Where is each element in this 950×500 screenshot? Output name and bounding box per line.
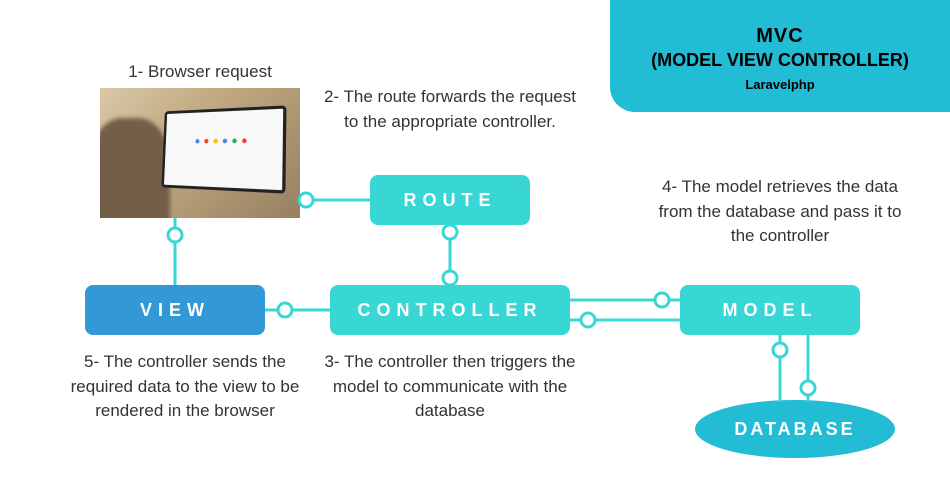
step-3-text: 3- The controller then triggers the mode… — [320, 350, 580, 424]
view-node: VIEW — [85, 285, 265, 335]
step-4-text: 4- The model retrieves the data from the… — [650, 175, 910, 249]
header-title: MVC — [625, 25, 935, 48]
header-brand: Laravelphp — [625, 77, 935, 92]
step-5-text: 5- The controller sends the required dat… — [55, 350, 315, 424]
controller-node: CONTROLLER — [330, 285, 570, 335]
step-2-text: 2- The route forwards the request to the… — [320, 85, 580, 134]
laptop-icon — [161, 105, 286, 193]
model-node: MODEL — [680, 285, 860, 335]
browser-photo — [100, 88, 300, 218]
header-subtitle: (MODEL VIEW CONTROLLER) — [625, 50, 935, 71]
header-panel: MVC (MODEL VIEW CONTROLLER) Laravelphp — [610, 0, 950, 112]
database-node: DATABASE — [695, 400, 895, 458]
person-silhouette — [100, 118, 170, 218]
step-1-text: 1- Browser request — [100, 60, 300, 85]
route-node: ROUTE — [370, 175, 530, 225]
